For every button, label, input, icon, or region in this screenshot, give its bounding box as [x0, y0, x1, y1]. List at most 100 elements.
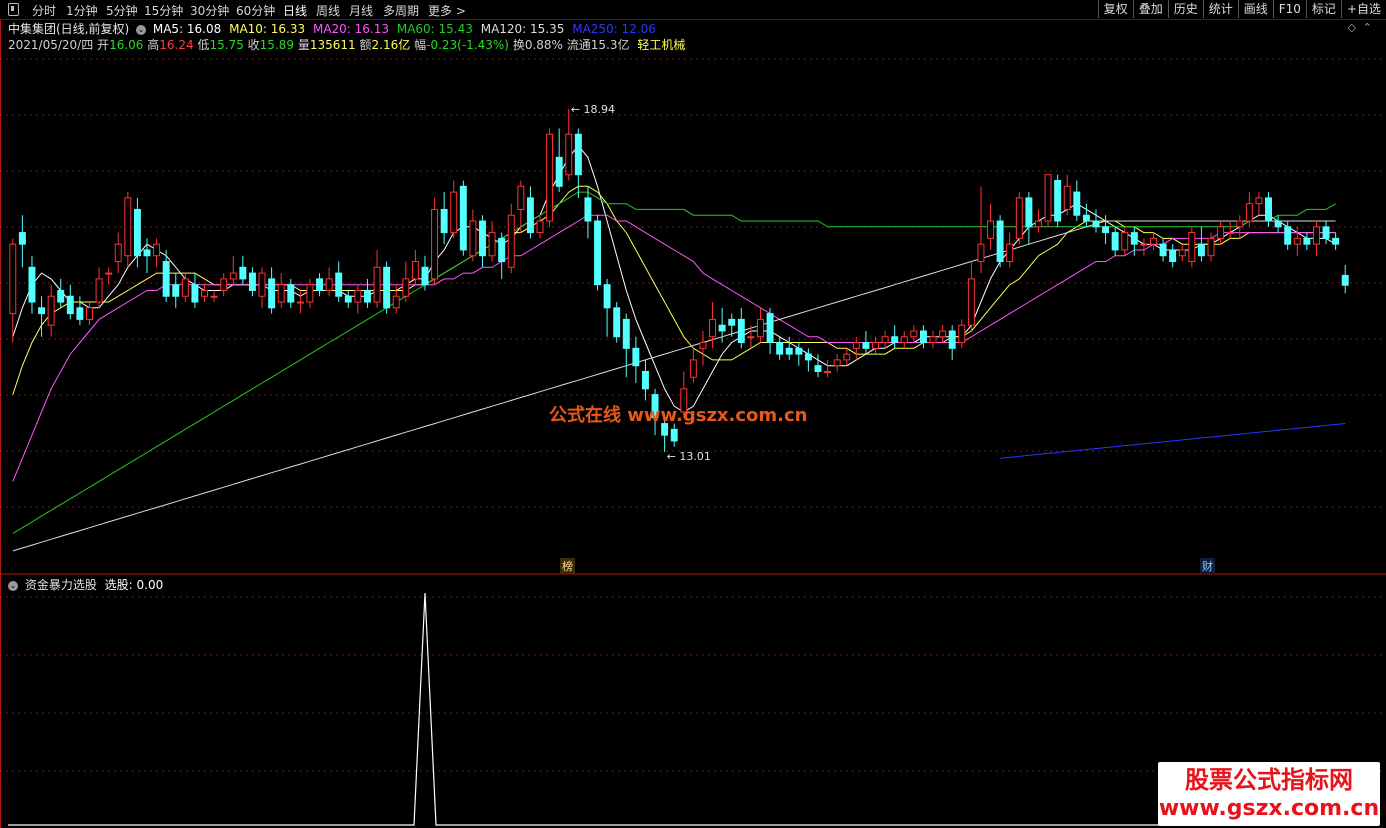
candle-body	[1188, 232, 1196, 263]
layout-toggle-icon[interactable]	[8, 3, 19, 16]
candle	[1159, 238, 1167, 262]
candle-body	[450, 191, 458, 234]
candle-body	[1034, 220, 1042, 228]
candle	[613, 302, 621, 343]
candle-body	[967, 278, 975, 326]
candle-body	[910, 330, 918, 338]
candle-body	[594, 220, 601, 286]
candle-body	[1063, 185, 1071, 210]
candle	[891, 325, 899, 349]
candle-body	[1322, 226, 1330, 239]
candle-body	[1073, 191, 1081, 216]
candle-body	[201, 289, 208, 297]
candle-body	[421, 266, 429, 286]
candle-body	[757, 318, 764, 338]
candle	[670, 423, 678, 447]
candle-body	[1284, 226, 1292, 245]
candle	[335, 261, 343, 303]
candle	[699, 330, 707, 366]
candle-body	[881, 336, 889, 344]
banner-url: www.gszx.com.cn	[1158, 796, 1380, 821]
candle	[354, 284, 362, 314]
tab-multi-period[interactable]: 多周期	[383, 2, 419, 19]
kline-chart[interactable]: ← 18.94 ← 13.01	[0, 19, 1386, 575]
candle-body	[133, 208, 141, 257]
candle-body	[392, 295, 400, 309]
candle-body	[76, 307, 84, 320]
overlay-button[interactable]: 叠加	[1132, 0, 1168, 18]
candle	[1255, 192, 1263, 216]
candle-body	[383, 266, 391, 309]
tab-more[interactable]: 更多 >	[428, 2, 466, 19]
banner-title: 股票公式指标网	[1185, 766, 1353, 794]
tab-5min[interactable]: 5分钟	[106, 2, 138, 19]
candle	[1044, 174, 1052, 227]
candle-body	[728, 318, 736, 326]
candle	[181, 273, 189, 303]
candle	[948, 325, 956, 360]
candle	[641, 359, 649, 401]
site-banner: 股票公式指标网 www.gszx.com.cn	[1158, 762, 1380, 826]
candle	[546, 128, 554, 227]
candle	[1341, 265, 1349, 294]
candle	[795, 342, 803, 366]
candle-body	[833, 359, 841, 367]
tab-daily[interactable]: 日线	[283, 2, 307, 19]
add-watchlist-button[interactable]: +自选	[1340, 0, 1386, 18]
candle-body	[641, 370, 649, 390]
candle	[881, 330, 889, 349]
candle-body	[1159, 243, 1167, 257]
candle-body	[1169, 249, 1177, 263]
fuquan-button[interactable]: 复权	[1097, 0, 1133, 18]
candle-body	[546, 133, 554, 222]
candle	[248, 267, 256, 297]
tab-fenshi[interactable]: 分时	[32, 2, 56, 19]
candle-body	[153, 243, 161, 257]
candle	[479, 215, 486, 268]
candle	[143, 238, 151, 274]
tab-15min[interactable]: 15分钟	[144, 2, 183, 19]
candle	[1169, 244, 1177, 268]
candle-body	[335, 272, 343, 297]
candle	[1312, 221, 1320, 256]
tab-weekly[interactable]: 周线	[316, 2, 340, 19]
indicator-line	[8, 592, 1350, 826]
candle-body	[210, 295, 218, 298]
marker-cai[interactable]: 财	[1200, 558, 1215, 574]
candle-body	[220, 278, 228, 291]
candle-body	[1293, 237, 1301, 245]
candle	[757, 307, 764, 343]
tab-monthly[interactable]: 月线	[349, 2, 373, 19]
tab-60min[interactable]: 60分钟	[236, 2, 275, 19]
candle-body	[977, 243, 985, 263]
candle-body	[1312, 226, 1320, 245]
candle-body	[1178, 249, 1186, 257]
history-button[interactable]: 历史	[1167, 0, 1203, 18]
statistics-button[interactable]: 统计	[1202, 0, 1238, 18]
candle	[939, 325, 947, 343]
candle	[689, 348, 697, 384]
candle	[1025, 192, 1033, 245]
candle	[977, 186, 985, 274]
candle	[565, 108, 573, 181]
tab-1min[interactable]: 1分钟	[66, 2, 98, 19]
candle-body	[258, 272, 266, 297]
candle	[1274, 215, 1282, 233]
low-price-label: ← 13.01	[667, 450, 711, 463]
candle-body	[181, 278, 189, 297]
draw-line-button[interactable]: 画线	[1237, 0, 1273, 18]
f10-button[interactable]: F10	[1272, 0, 1306, 18]
candle-body	[862, 342, 870, 349]
candle-body	[28, 266, 36, 303]
candle	[1178, 244, 1186, 262]
candle-body	[354, 289, 362, 303]
mark-button[interactable]: 标记	[1305, 0, 1341, 18]
candle-body	[296, 301, 304, 304]
marker-bang[interactable]: 榜	[560, 558, 575, 574]
tab-30min[interactable]: 30分钟	[190, 2, 229, 19]
candle-body	[440, 208, 448, 234]
candle-body	[1150, 237, 1157, 245]
candle-body	[105, 272, 113, 275]
candle-body	[9, 243, 17, 315]
candle-body	[670, 428, 678, 442]
